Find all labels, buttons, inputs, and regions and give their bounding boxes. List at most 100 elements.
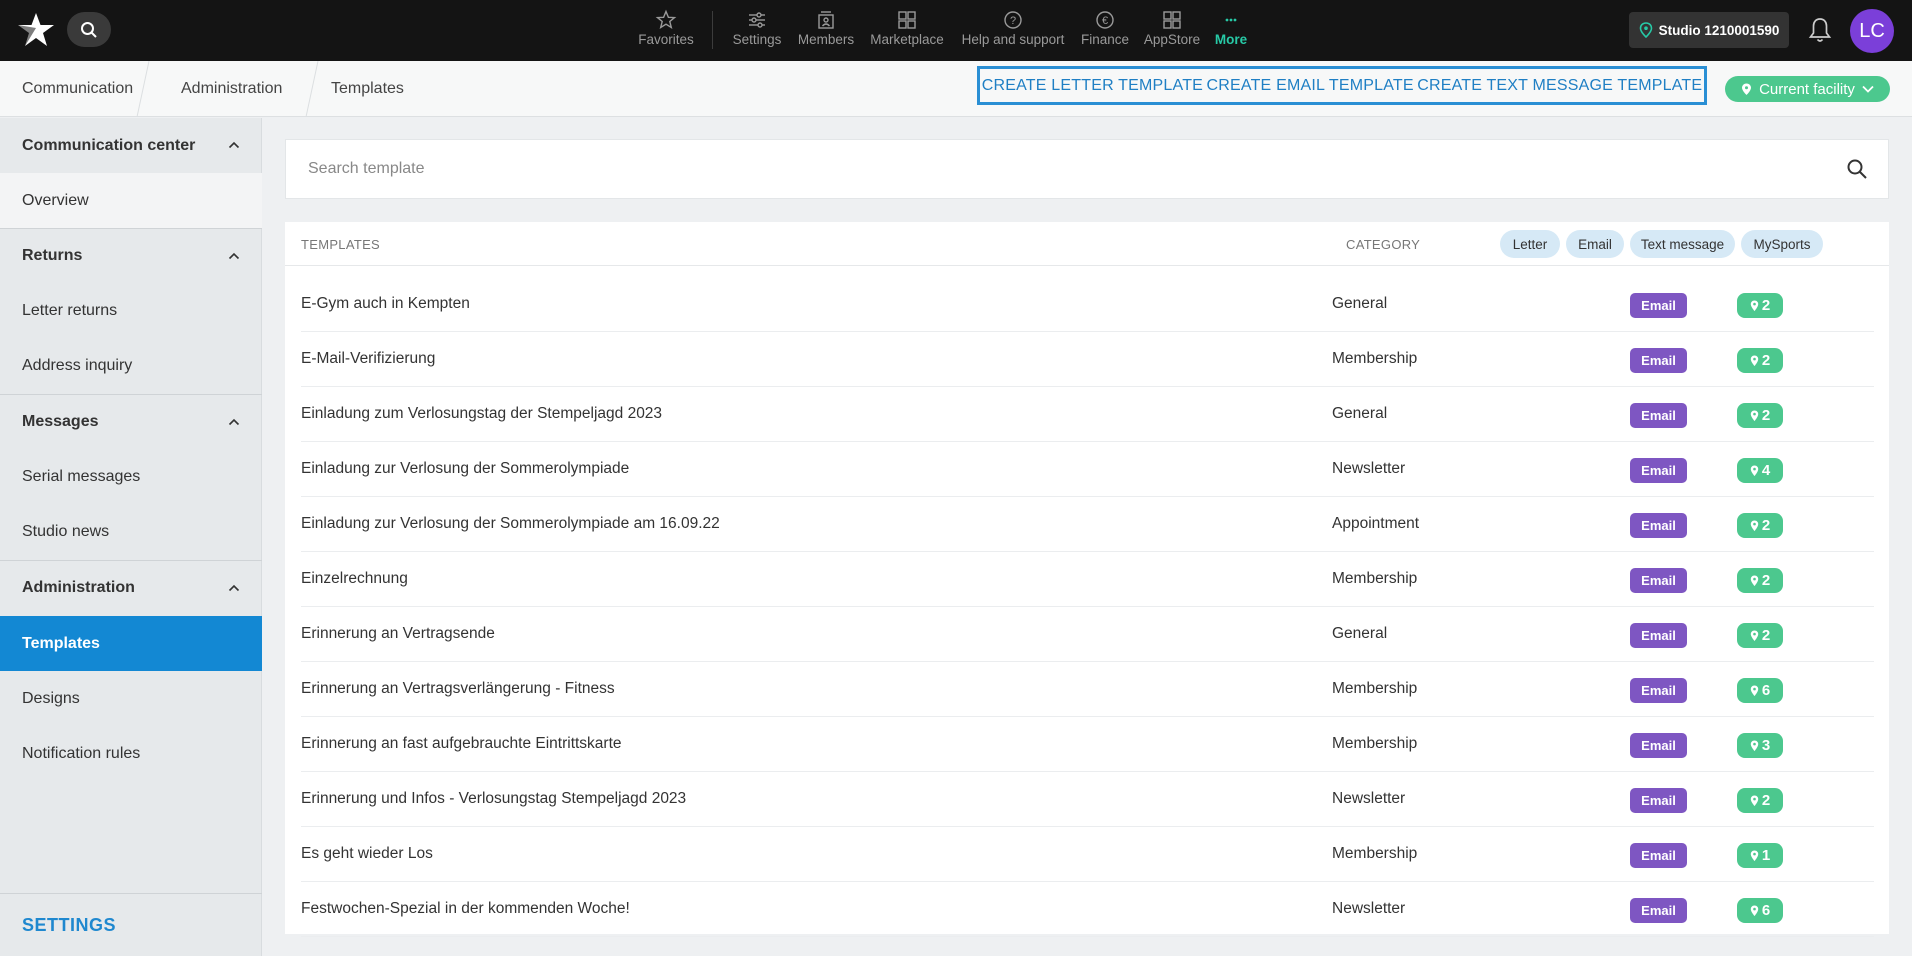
nav-marketplace[interactable]: Marketplace: [869, 0, 945, 61]
sidebar: Communication center Overview Returns Le…: [0, 118, 262, 956]
chevron-up-icon: [228, 252, 240, 260]
table-row[interactable]: Einzelrechnung Membership Email 2: [301, 552, 1874, 607]
template-name[interactable]: Einzelrechnung: [301, 570, 408, 588]
table-row[interactable]: Erinnerung und Infos - Verlosungstag Ste…: [301, 772, 1874, 827]
global-search-button[interactable]: [67, 12, 111, 47]
table-row[interactable]: Festwochen-Spezial in der kommenden Woch…: [301, 882, 1874, 937]
column-header-category[interactable]: CATEGORY: [1346, 237, 1420, 252]
type-badge: Email: [1630, 788, 1687, 813]
location-count: 2: [1761, 792, 1771, 809]
sidebar-item-overview[interactable]: Overview: [0, 173, 262, 228]
type-badge: Email: [1630, 623, 1687, 648]
template-category: Newsletter: [1332, 460, 1406, 477]
nav-members[interactable]: Members: [797, 0, 855, 61]
sidebar-section-administration[interactable]: Administration: [0, 560, 262, 615]
create-text-message-template-button[interactable]: CREATE TEXT MESSAGE TEMPLATE: [1417, 77, 1702, 95]
location-pin-icon: [1750, 740, 1759, 751]
sidebar-section-returns[interactable]: Returns: [0, 228, 262, 283]
nav-appstore[interactable]: AppStore: [1143, 0, 1201, 61]
column-header-templates[interactable]: TEMPLATES: [301, 237, 380, 252]
nav-more[interactable]: More: [1213, 0, 1249, 61]
table-row[interactable]: E-Gym auch in Kempten General Email 2: [301, 277, 1874, 332]
location-pin-icon: [1750, 795, 1759, 806]
location-count: 3: [1761, 737, 1771, 754]
template-search-box: [285, 139, 1889, 199]
sidebar-section-messages[interactable]: Messages: [0, 394, 262, 449]
template-category: Membership: [1332, 350, 1418, 367]
table-row[interactable]: Einladung zur Verlosung der Sommerolympi…: [301, 497, 1874, 552]
type-badge: Email: [1630, 513, 1687, 538]
more-icon: [1225, 18, 1237, 22]
template-name[interactable]: Erinnerung an fast aufgebrauchte Eintrit…: [301, 735, 622, 753]
sidebar-item-studio-news[interactable]: Studio news: [0, 504, 262, 559]
sidebar-item-templates[interactable]: Templates: [0, 616, 262, 671]
create-email-template-button[interactable]: CREATE EMAIL TEMPLATE: [1207, 77, 1414, 95]
logo-icon[interactable]: [16, 11, 56, 49]
location-pin-icon: [1750, 300, 1759, 311]
sidebar-item-notification-rules[interactable]: Notification rules: [0, 726, 262, 781]
chevron-up-icon: [228, 418, 240, 426]
template-category: Appointment: [1332, 515, 1420, 532]
nav-help-and-support[interactable]: ? Help and support: [959, 0, 1067, 61]
filter-mysports[interactable]: MySports: [1741, 230, 1823, 258]
template-name[interactable]: Erinnerung und Infos - Verlosungstag Ste…: [301, 790, 686, 808]
template-name[interactable]: Erinnerung an Vertragsverlängerung - Fit…: [301, 680, 615, 698]
table-row[interactable]: Es geht wieder Los Membership Email 1: [301, 827, 1874, 882]
location-count: 4: [1761, 462, 1771, 479]
template-name[interactable]: Festwochen-Spezial in der kommenden Woch…: [301, 900, 630, 918]
search-input[interactable]: [308, 140, 1808, 198]
search-icon[interactable]: [1846, 158, 1868, 180]
breadcrumb-administration[interactable]: Administration: [181, 61, 282, 117]
templates-table: TEMPLATES CATEGORY Letter Email Text mes…: [285, 222, 1889, 937]
table-header: TEMPLATES CATEGORY Letter Email Text mes…: [285, 222, 1889, 266]
location-count: 2: [1761, 352, 1771, 369]
sidebar-item-address-inquiry[interactable]: Address inquiry: [0, 338, 262, 393]
location-count: 2: [1761, 627, 1771, 644]
help-icon: ?: [1004, 11, 1022, 29]
table-row[interactable]: Erinnerung an fast aufgebrauchte Eintrit…: [301, 717, 1874, 772]
template-name[interactable]: Einladung zur Verlosung der Sommerolympi…: [301, 460, 629, 478]
type-badge: Email: [1630, 403, 1687, 428]
location-count: 6: [1761, 902, 1771, 919]
breadcrumb-communication[interactable]: Communication: [22, 61, 133, 117]
filter-text-message[interactable]: Text message: [1630, 230, 1735, 258]
type-badge: Email: [1630, 458, 1687, 483]
table-row[interactable]: Einladung zur Verlosung der Sommerolympi…: [301, 442, 1874, 497]
create-letter-template-button[interactable]: CREATE LETTER TEMPLATE: [982, 77, 1203, 95]
table-row[interactable]: Erinnerung an Vertragsverlängerung - Fit…: [301, 662, 1874, 717]
filter-email[interactable]: Email: [1566, 230, 1624, 258]
chevron-up-icon: [228, 141, 240, 149]
location-count-badge: 3: [1737, 733, 1783, 758]
members-icon: [818, 11, 834, 29]
template-category: Membership: [1332, 735, 1418, 752]
sidebar-settings-link[interactable]: SETTINGS: [0, 893, 262, 956]
studio-selector[interactable]: Studio 1210001590: [1629, 12, 1789, 48]
template-name[interactable]: Einladung zur Verlosung der Sommerolympi…: [301, 515, 720, 533]
svg-text:€: €: [1102, 15, 1108, 27]
sidebar-section-communication-center[interactable]: Communication center: [0, 118, 262, 173]
location-count-badge: 2: [1737, 788, 1783, 813]
template-name[interactable]: Erinnerung an Vertragsende: [301, 625, 495, 643]
table-row[interactable]: E-Mail-Verifizierung Membership Email 2: [301, 332, 1874, 387]
type-badge: Email: [1630, 678, 1687, 703]
nav-finance[interactable]: € Finance: [1081, 0, 1129, 61]
current-facility-dropdown[interactable]: Current facility: [1725, 76, 1890, 102]
template-name[interactable]: Einladung zum Verlosungstag der Stempelj…: [301, 405, 662, 423]
nav-settings[interactable]: Settings: [731, 0, 783, 61]
sidebar-item-designs[interactable]: Designs: [0, 671, 262, 726]
sidebar-item-letter-returns[interactable]: Letter returns: [0, 283, 262, 338]
table-row[interactable]: Einladung zum Verlosungstag der Stempelj…: [301, 387, 1874, 442]
bell-icon[interactable]: [1807, 16, 1833, 44]
template-category: Membership: [1332, 845, 1418, 862]
template-name[interactable]: Es geht wieder Los: [301, 845, 433, 863]
template-name[interactable]: E-Gym auch in Kempten: [301, 295, 470, 313]
nav-favorites[interactable]: Favorites: [630, 0, 702, 61]
sidebar-item-serial-messages[interactable]: Serial messages: [0, 449, 262, 504]
template-category: Membership: [1332, 570, 1418, 587]
filter-letter[interactable]: Letter: [1500, 230, 1560, 258]
appstore-icon: [1163, 11, 1181, 29]
breadcrumb-separator: [305, 61, 319, 117]
user-avatar[interactable]: LC: [1850, 9, 1894, 53]
table-row[interactable]: Erinnerung an Vertragsende General Email 2: [301, 607, 1874, 662]
template-name[interactable]: E-Mail-Verifizierung: [301, 350, 435, 368]
